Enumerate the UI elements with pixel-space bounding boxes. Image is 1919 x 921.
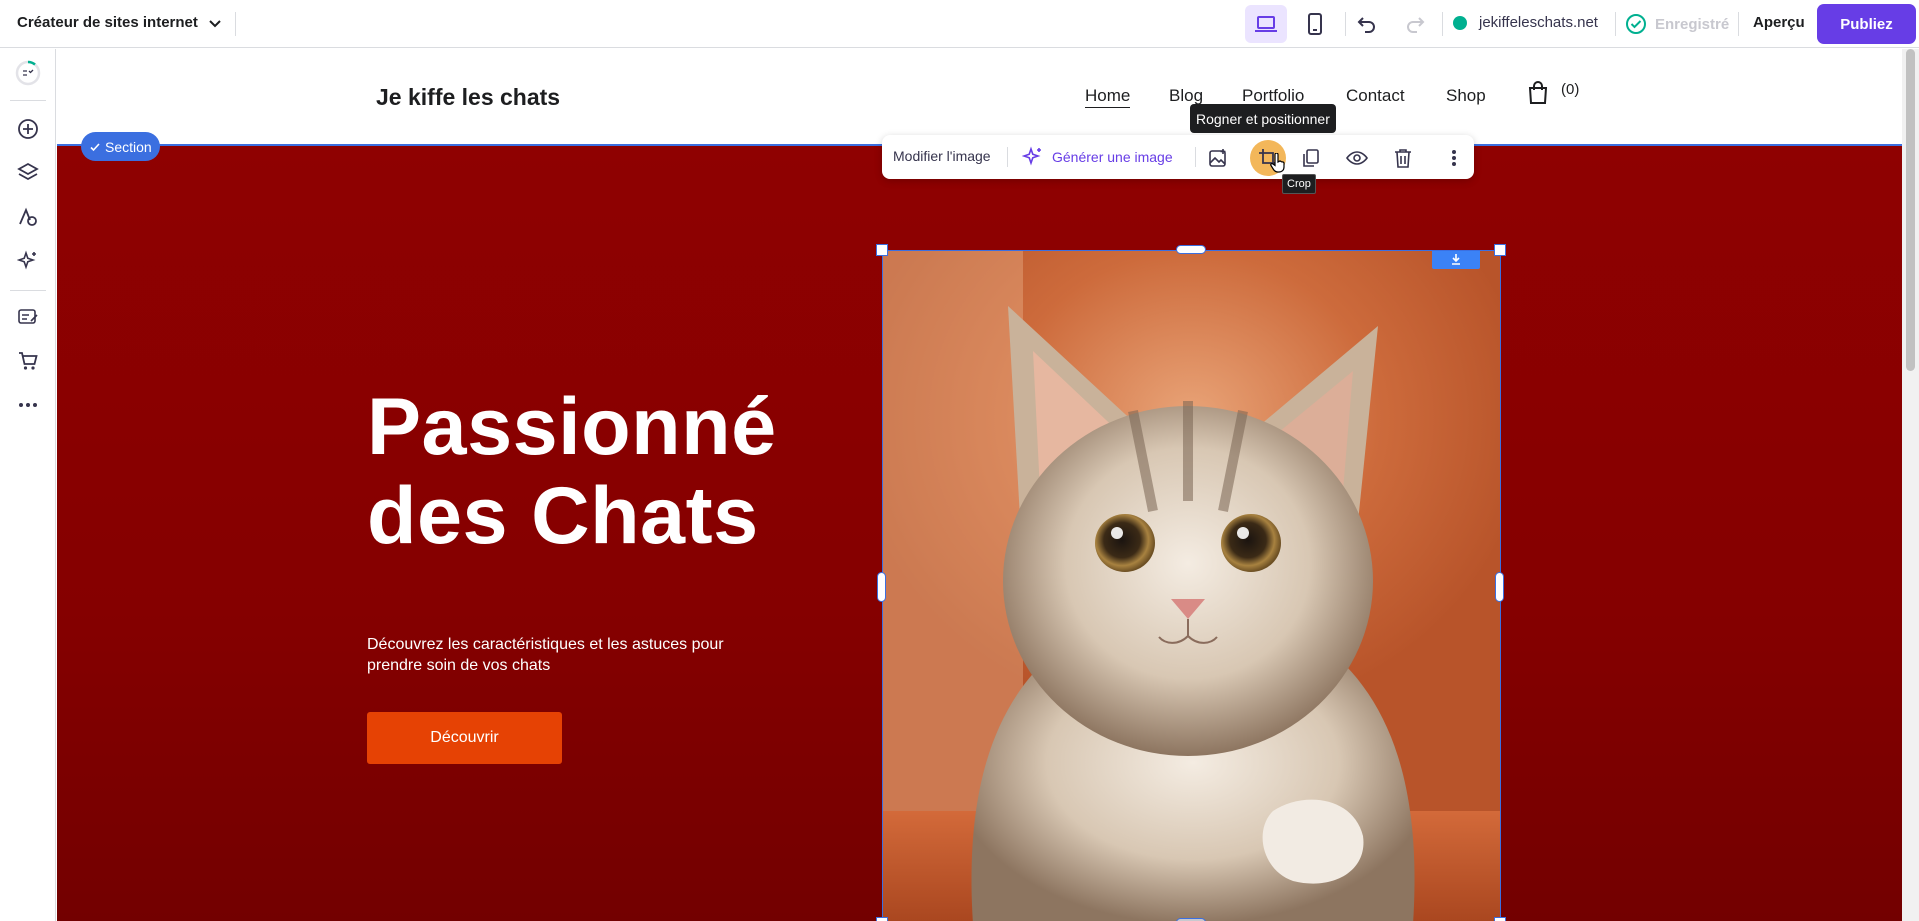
progress-ring-icon: [15, 60, 41, 86]
more-options-button[interactable]: [1441, 145, 1467, 171]
hero-image[interactable]: [882, 250, 1501, 921]
status-dot-icon: [1453, 15, 1467, 30]
ai-tools-button[interactable]: [14, 247, 42, 275]
hero-subtitle[interactable]: Découvrez les caractéristiques et les as…: [367, 634, 724, 676]
laptop-icon: [1254, 14, 1278, 34]
generate-image-label: Générer une image: [1052, 149, 1173, 165]
redo-button[interactable]: [1400, 9, 1430, 39]
crop-small-tooltip-text: Crop: [1287, 178, 1311, 190]
image-toolbar: Modifier l'image Générer une image: [882, 135, 1474, 179]
section-badge-label: Section: [105, 138, 152, 155]
blog-button[interactable]: [14, 303, 42, 331]
more-horizontal-icon: [17, 394, 39, 416]
preview-button[interactable]: Aperçu: [1753, 14, 1805, 31]
cat-kitten-illustration: [883, 251, 1500, 921]
ai-sparkle-icon: [1022, 146, 1044, 168]
nav-shop[interactable]: Shop: [1446, 86, 1486, 106]
cart-button[interactable]: (0): [1527, 81, 1579, 105]
add-element-button[interactable]: [14, 115, 42, 143]
nav-contact[interactable]: Contact: [1346, 86, 1405, 106]
scrollbar-thumb[interactable]: [1906, 49, 1915, 371]
domain-name: jekiffeleschats.net: [1479, 14, 1598, 31]
app-switcher[interactable]: Créateur de sites internet: [17, 14, 222, 31]
more-button[interactable]: [14, 391, 42, 419]
discover-label: Découvrir: [430, 729, 499, 746]
mouse-pointer-hand-icon: [1270, 153, 1286, 173]
nav-home[interactable]: Home: [1085, 86, 1131, 108]
undo-button[interactable]: [1352, 9, 1382, 39]
visibility-button[interactable]: [1344, 145, 1370, 171]
hero-title[interactable]: Passionné des Chats: [367, 383, 777, 561]
edit-image-label: Modifier l'image: [893, 148, 991, 164]
hero-section[interactable]: Passionné des Chats Découvrez les caract…: [57, 144, 1902, 921]
site-brand[interactable]: Je kiffe les chats: [376, 84, 560, 111]
mobile-icon: [1307, 13, 1323, 35]
resize-handle-top-right[interactable]: [1494, 244, 1506, 256]
check-icon: [89, 141, 101, 153]
hero-subtitle-line-2: prendre soin de vos chats: [367, 657, 551, 674]
discover-button[interactable]: Découvrir: [367, 712, 562, 764]
resize-handle-bottom-left[interactable]: [876, 917, 888, 921]
store-button[interactable]: [14, 347, 42, 375]
editor-topbar: Créateur de sites internet jekiffelescha…: [0, 0, 1919, 48]
image-plus-icon: [1208, 148, 1228, 168]
resize-handle-right[interactable]: [1495, 572, 1504, 602]
editor-sidebar: [0, 49, 56, 921]
crop-tooltip-text: Rogner et positionner: [1196, 110, 1330, 127]
resize-handle-top[interactable]: [1176, 245, 1206, 254]
saved-label: Enregistré: [1655, 15, 1730, 33]
resize-handle-top-left[interactable]: [876, 244, 888, 256]
layers-icon: [17, 162, 39, 184]
hero-subtitle-line-1: Découvrez les caractéristiques et les as…: [367, 636, 724, 653]
generate-image-button[interactable]: Générer une image: [1022, 146, 1173, 168]
app-title: Créateur de sites internet: [17, 14, 198, 31]
edit-image-button[interactable]: Modifier l'image: [893, 148, 991, 166]
section-badge[interactable]: Section: [81, 132, 160, 161]
undo-icon: [1357, 15, 1377, 33]
hero-title-line-1: Passionné: [367, 382, 777, 472]
sparkle-icon: [17, 250, 39, 272]
palette-icon: [17, 206, 39, 228]
canvas-scrollbar[interactable]: [1902, 49, 1919, 921]
more-vertical-icon: [1451, 149, 1457, 167]
cart-icon: [17, 350, 39, 372]
crop-small-tooltip: Crop: [1282, 174, 1316, 194]
preview-label: Aperçu: [1753, 14, 1805, 31]
shopping-bag-icon: [1527, 81, 1549, 105]
copy-icon: [1301, 148, 1321, 168]
edit-list-icon: [17, 306, 39, 328]
duplicate-button[interactable]: [1298, 145, 1324, 171]
resize-handle-bottom-right[interactable]: [1494, 917, 1506, 921]
layers-button[interactable]: [14, 159, 42, 187]
progress-checklist-button[interactable]: [14, 59, 42, 87]
trash-icon: [1394, 148, 1412, 168]
crop-tooltip: Rogner et positionner: [1190, 104, 1336, 133]
editor-canvas: Je kiffe les chats Home Blog Portfolio C…: [57, 49, 1902, 921]
site-header: Je kiffe les chats Home Blog Portfolio C…: [57, 49, 1902, 144]
nav-portfolio[interactable]: Portfolio: [1242, 86, 1304, 106]
nav-blog[interactable]: Blog: [1169, 86, 1203, 106]
domain-link[interactable]: jekiffeleschats.net: [1453, 14, 1598, 31]
check-circle-icon: [1625, 13, 1647, 35]
desktop-view-button[interactable]: [1245, 5, 1287, 43]
resize-handle-left[interactable]: [877, 572, 886, 602]
styles-button[interactable]: [14, 203, 42, 231]
eye-icon: [1346, 150, 1368, 166]
redo-icon: [1405, 15, 1425, 33]
publish-label: Publiez: [1840, 15, 1893, 33]
hero-title-line-2: des Chats: [367, 471, 759, 561]
download-image-button[interactable]: [1432, 251, 1480, 269]
delete-button[interactable]: [1390, 145, 1416, 171]
plus-circle-icon: [17, 118, 39, 140]
chevron-down-icon: [208, 16, 222, 30]
saved-status: Enregistré: [1625, 13, 1729, 35]
cart-count: (0): [1561, 81, 1580, 98]
replace-image-button[interactable]: [1205, 145, 1231, 171]
publish-button[interactable]: Publiez: [1817, 4, 1916, 44]
mobile-view-button[interactable]: [1300, 9, 1330, 39]
download-icon: [1450, 253, 1462, 265]
